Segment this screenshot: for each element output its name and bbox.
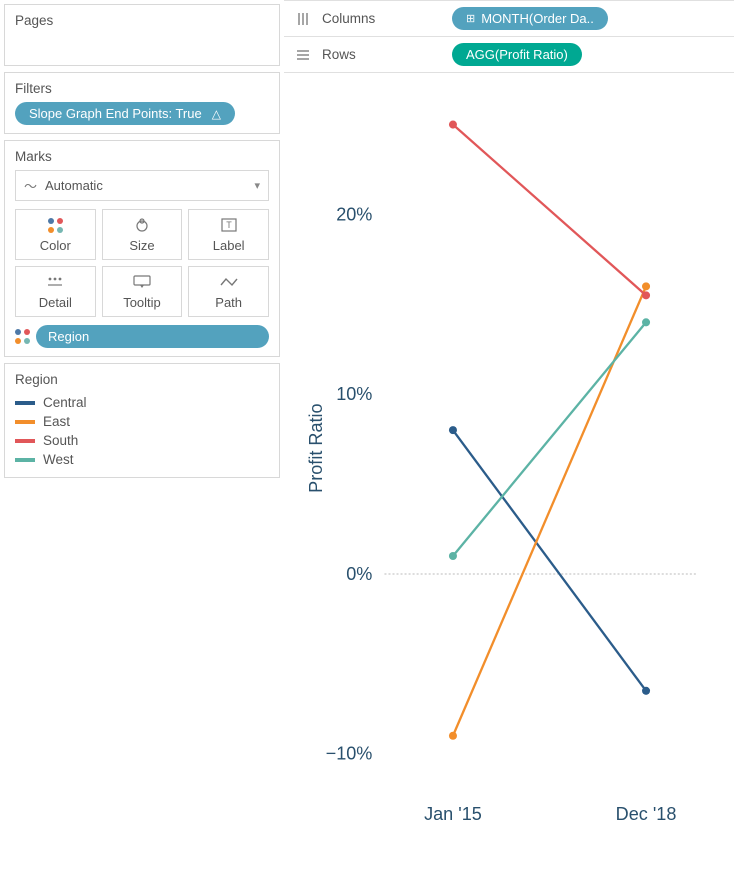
y-axis-label: Profit Ratio (306, 403, 326, 492)
marks-path-card[interactable]: Path (188, 266, 269, 317)
marks-color-card[interactable]: Color (15, 209, 96, 260)
rows-icon (294, 48, 312, 62)
legend-label: Central (43, 395, 87, 410)
chevron-down-icon: ▾ (254, 179, 260, 192)
series-point (642, 318, 650, 326)
pages-panel: Pages (4, 4, 280, 66)
plus-icon: ⊞ (466, 12, 475, 25)
marks-color-label: Color (40, 238, 71, 253)
size-icon (133, 216, 151, 234)
columns-shelf[interactable]: Columns ⊞ MONTH(Order Da.. (284, 0, 734, 37)
label-icon: T (221, 216, 237, 234)
color-icon-small (15, 329, 30, 344)
rows-label: Rows (322, 47, 442, 62)
series-point (642, 687, 650, 695)
filters-title: Filters (15, 81, 269, 96)
path-icon (220, 273, 238, 291)
filter-pill-label: Slope Graph End Points: True (29, 106, 202, 121)
series-point (449, 552, 457, 560)
legend-label: East (43, 414, 70, 429)
columns-pill[interactable]: ⊞ MONTH(Order Da.. (452, 7, 608, 30)
series-point (449, 732, 457, 740)
series-point (449, 121, 457, 129)
legend-item[interactable]: South (15, 431, 269, 450)
columns-pill-label: MONTH(Order Da.. (481, 11, 594, 26)
x-tick-label: Jan '15 (424, 804, 482, 824)
legend-swatch (15, 458, 35, 462)
rows-pill[interactable]: AGG(Profit Ratio) (452, 43, 582, 66)
region-pill[interactable]: Region (36, 325, 269, 348)
pages-title: Pages (15, 13, 269, 28)
legend-item[interactable]: Central (15, 393, 269, 412)
legend-item[interactable]: West (15, 450, 269, 469)
filters-panel: Filters Slope Graph End Points: True △ (4, 72, 280, 134)
series-line (453, 322, 646, 556)
marks-detail-label: Detail (39, 295, 72, 310)
x-tick-label: Dec '18 (616, 804, 677, 824)
marks-tooltip-card[interactable]: Tooltip (102, 266, 183, 317)
filter-pill[interactable]: Slope Graph End Points: True △ (15, 102, 235, 125)
marks-path-label: Path (215, 295, 242, 310)
filter-delta-icon: △ (212, 107, 221, 121)
marks-label-card[interactable]: T Label (188, 209, 269, 260)
slope-chart: −10% 0% 10% 20% Profit Ratio Jan '15 Dec '18 (284, 85, 726, 872)
legend-swatch (15, 401, 35, 405)
legend-label: South (43, 433, 78, 448)
series-point (449, 426, 457, 434)
region-pill-label: Region (48, 329, 89, 344)
legend-title: Region (15, 372, 269, 387)
marks-size-label: Size (129, 238, 154, 253)
columns-icon (294, 12, 312, 26)
marks-size-card[interactable]: Size (102, 209, 183, 260)
series-point (642, 282, 650, 290)
marks-type-label: Automatic (45, 178, 103, 193)
columns-label: Columns (322, 11, 442, 26)
marks-label-label: Label (213, 238, 245, 253)
marks-title: Marks (15, 149, 269, 164)
marks-detail-card[interactable]: Detail (15, 266, 96, 317)
tooltip-icon (133, 273, 151, 291)
legend-swatch (15, 420, 35, 424)
rows-shelf[interactable]: Rows AGG(Profit Ratio) (284, 37, 734, 73)
legend-panel: Region Central East South West (4, 363, 280, 478)
y-tick-label: 20% (336, 204, 372, 224)
rows-pill-label: AGG(Profit Ratio) (466, 47, 568, 62)
chart-area: −10% 0% 10% 20% Profit Ratio Jan '15 Dec '18 (284, 73, 734, 880)
svg-text:T: T (226, 220, 232, 230)
series-line (453, 286, 646, 735)
y-tick-label: −10% (326, 744, 373, 764)
y-tick-label: 0% (346, 564, 372, 584)
legend-item[interactable]: East (15, 412, 269, 431)
marks-type-select[interactable]: 〜 Automatic ▾ (15, 170, 269, 201)
legend-swatch (15, 439, 35, 443)
marks-tooltip-label: Tooltip (123, 295, 161, 310)
marks-panel: Marks 〜 Automatic ▾ Color (4, 140, 280, 357)
series-line (453, 125, 646, 296)
y-tick-label: 10% (336, 384, 372, 404)
series-point (642, 291, 650, 299)
series-line (453, 430, 646, 691)
color-icon (48, 216, 63, 234)
detail-icon (47, 273, 63, 291)
legend-label: West (43, 452, 74, 467)
automatic-line-icon: 〜 (24, 176, 37, 195)
